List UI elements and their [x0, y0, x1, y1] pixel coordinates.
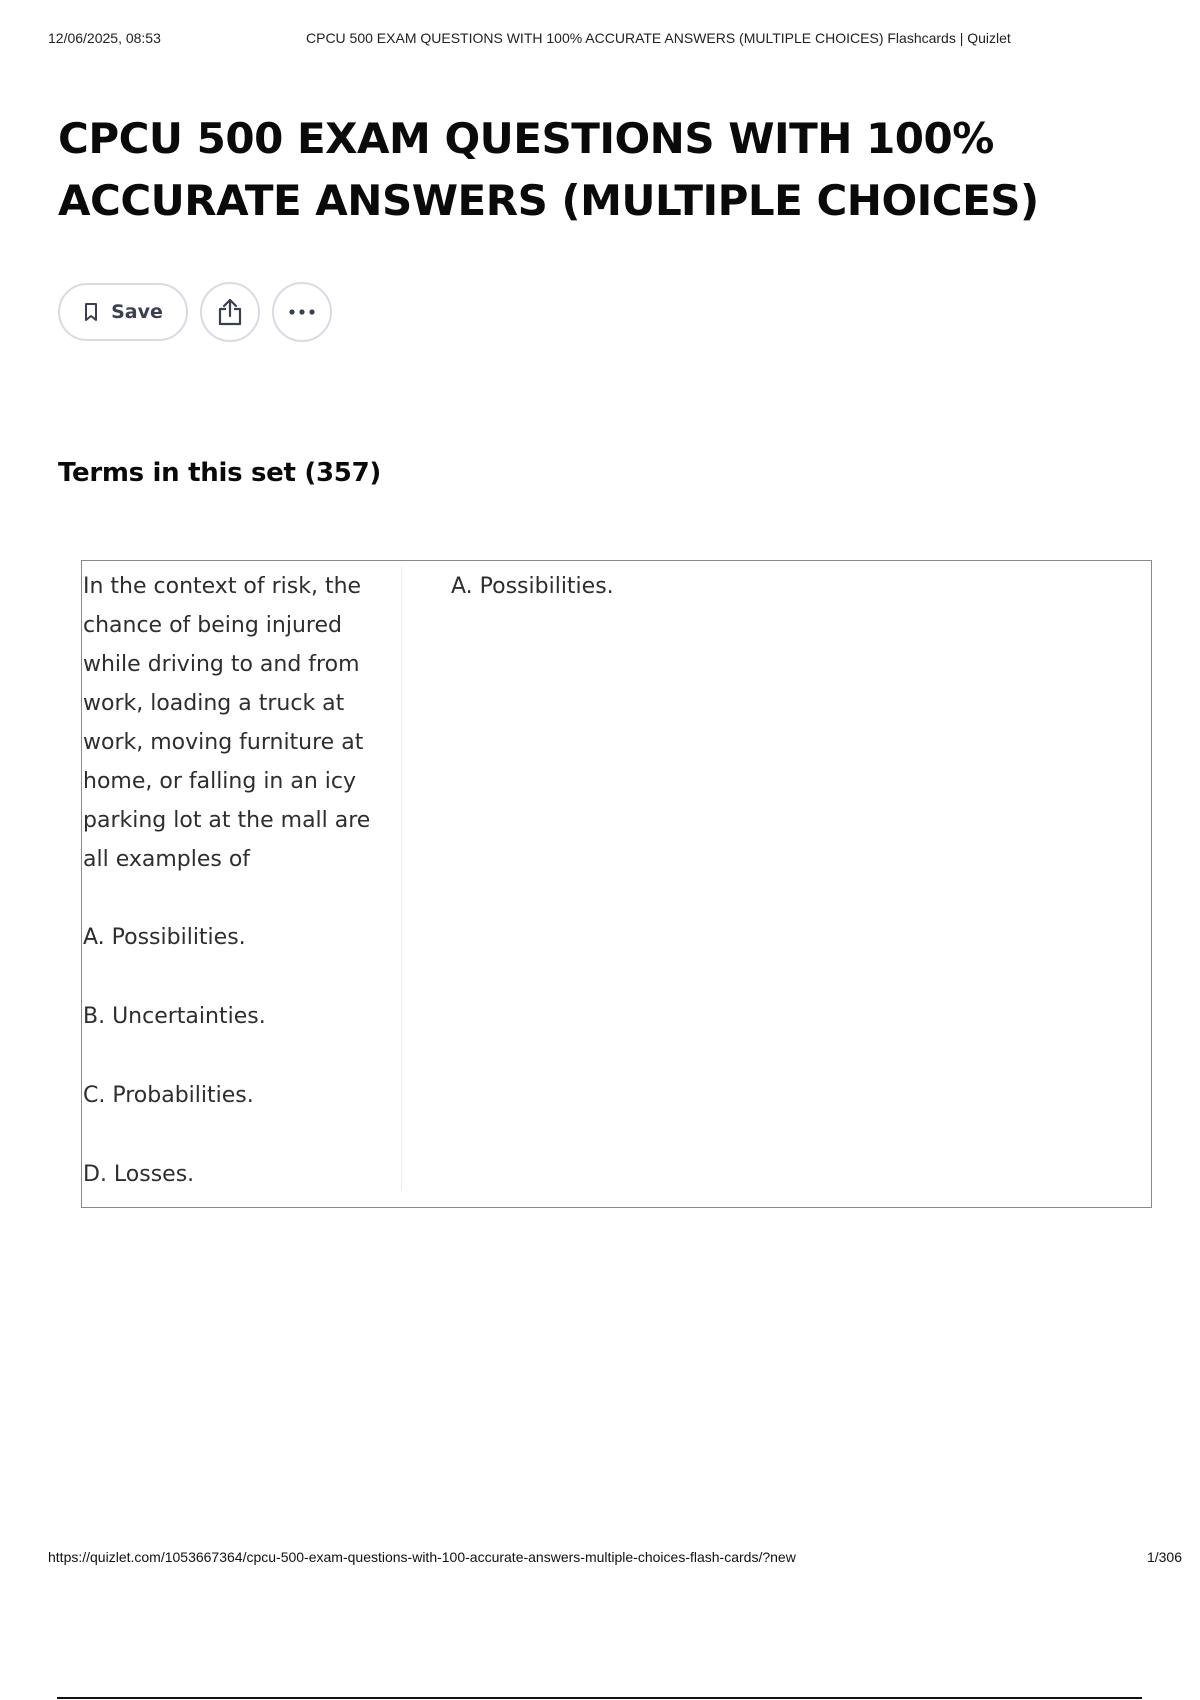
share-button[interactable]: [200, 282, 260, 342]
save-button-label: Save: [111, 301, 163, 323]
print-date: 12/06/2025, 08:53: [48, 30, 161, 46]
card-question: In the context of risk, the chance of be…: [83, 574, 371, 872]
card-definition: A. Possibilities.: [451, 574, 614, 599]
card-option: A. Possibilities.: [83, 925, 246, 950]
more-horizontal-icon: [287, 308, 317, 316]
print-footer: https://quizlet.com/1053667364/cpcu-500-…: [48, 1549, 1182, 1569]
card-term: In the context of risk, the chance of be…: [82, 567, 402, 1191]
print-document-title: CPCU 500 EXAM QUESTIONS WITH 100% ACCURA…: [306, 30, 1011, 46]
more-options-button[interactable]: [272, 282, 332, 342]
save-button[interactable]: Save: [58, 283, 188, 341]
set-title: CPCU 500 EXAM QUESTIONS WITH 100% ACCURA…: [58, 114, 1039, 225]
terms-heading: Terms in this set (357): [58, 458, 381, 488]
divider: [57, 1697, 1142, 1699]
page-number: 1/306: [1146, 1549, 1182, 1565]
page-url: https://quizlet.com/1053667364/cpcu-500-…: [48, 1549, 796, 1565]
flashcard-row: In the context of risk, the chance of be…: [81, 560, 1152, 1208]
share-icon: [217, 297, 243, 327]
print-header: 12/06/2025, 08:53 CPCU 500 EXAM QUESTION…: [48, 30, 1152, 50]
card-option: D. Losses.: [83, 1162, 195, 1187]
action-bar: Save: [58, 282, 332, 342]
card-option: C. Probabilities.: [83, 1083, 254, 1108]
bookmark-icon: [83, 302, 99, 322]
card-option: B. Uncertainties.: [83, 1004, 266, 1029]
